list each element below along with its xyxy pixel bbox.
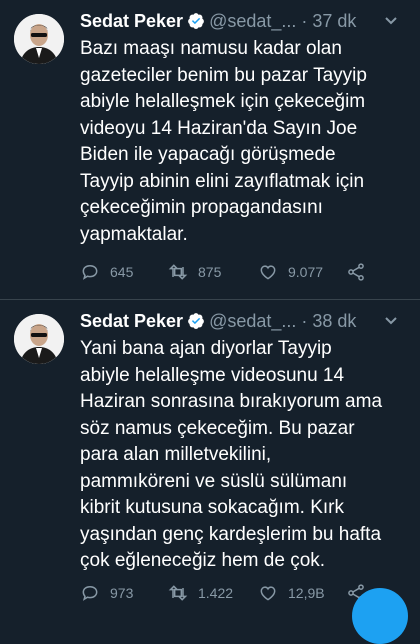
reply-icon <box>82 585 98 601</box>
separator-dot: · <box>301 10 308 31</box>
avatar[interactable] <box>14 14 64 64</box>
retweet-count: 875 <box>198 264 222 280</box>
retweet-icon <box>168 264 188 280</box>
tweet-actions: 645 875 9.077 <box>80 261 404 283</box>
like-icon <box>260 265 276 280</box>
reply-count: 973 <box>110 585 134 601</box>
reply-count: 645 <box>110 264 134 280</box>
like-count: 9.077 <box>288 264 324 280</box>
separator-dot: · <box>301 310 308 331</box>
more-icon[interactable] <box>378 310 404 332</box>
tweet[interactable]: Sedat Peker @sedat_... · 38 dk Yani bana… <box>0 300 420 644</box>
share-icon <box>348 263 364 281</box>
tweet[interactable]: Sedat Peker @sedat_... · 37 dk Bazı maaş… <box>0 0 420 300</box>
tweet-text: Bazı maaşı namusu kadar olan gazeteciler… <box>80 38 367 245</box>
retweet-icon <box>168 585 188 601</box>
more-icon[interactable] <box>378 10 404 32</box>
like-count: 12,9B <box>288 585 325 601</box>
verified-badge-icon <box>188 13 204 29</box>
retweet-button[interactable]: 875 <box>168 262 258 282</box>
retweet-button[interactable]: 1.422 <box>168 583 258 603</box>
reply-icon <box>82 264 98 280</box>
tweet-text: Yani bana ajan diyorlar Tayyip abiyle he… <box>80 338 383 571</box>
tweet-time[interactable]: 38 dk <box>312 311 356 332</box>
reply-button[interactable]: 645 <box>80 262 168 282</box>
author-handle[interactable]: @sedat_... <box>209 311 296 332</box>
author-name[interactable]: Sedat Peker <box>80 311 183 332</box>
reply-button[interactable]: 973 <box>80 583 168 603</box>
author-handle[interactable]: @sedat_... <box>209 11 296 32</box>
retweet-count: 1.422 <box>198 585 234 601</box>
compose-fab-button[interactable] <box>352 588 408 644</box>
avatar[interactable] <box>14 314 64 364</box>
like-icon <box>260 586 276 601</box>
author-name[interactable]: Sedat Peker <box>80 11 183 32</box>
share-button[interactable] <box>346 262 376 282</box>
like-button[interactable]: 9.077 <box>258 262 346 282</box>
tweet-time[interactable]: 37 dk <box>312 11 356 32</box>
verified-badge-icon <box>188 313 204 329</box>
like-button[interactable]: 12,9B <box>258 583 346 603</box>
